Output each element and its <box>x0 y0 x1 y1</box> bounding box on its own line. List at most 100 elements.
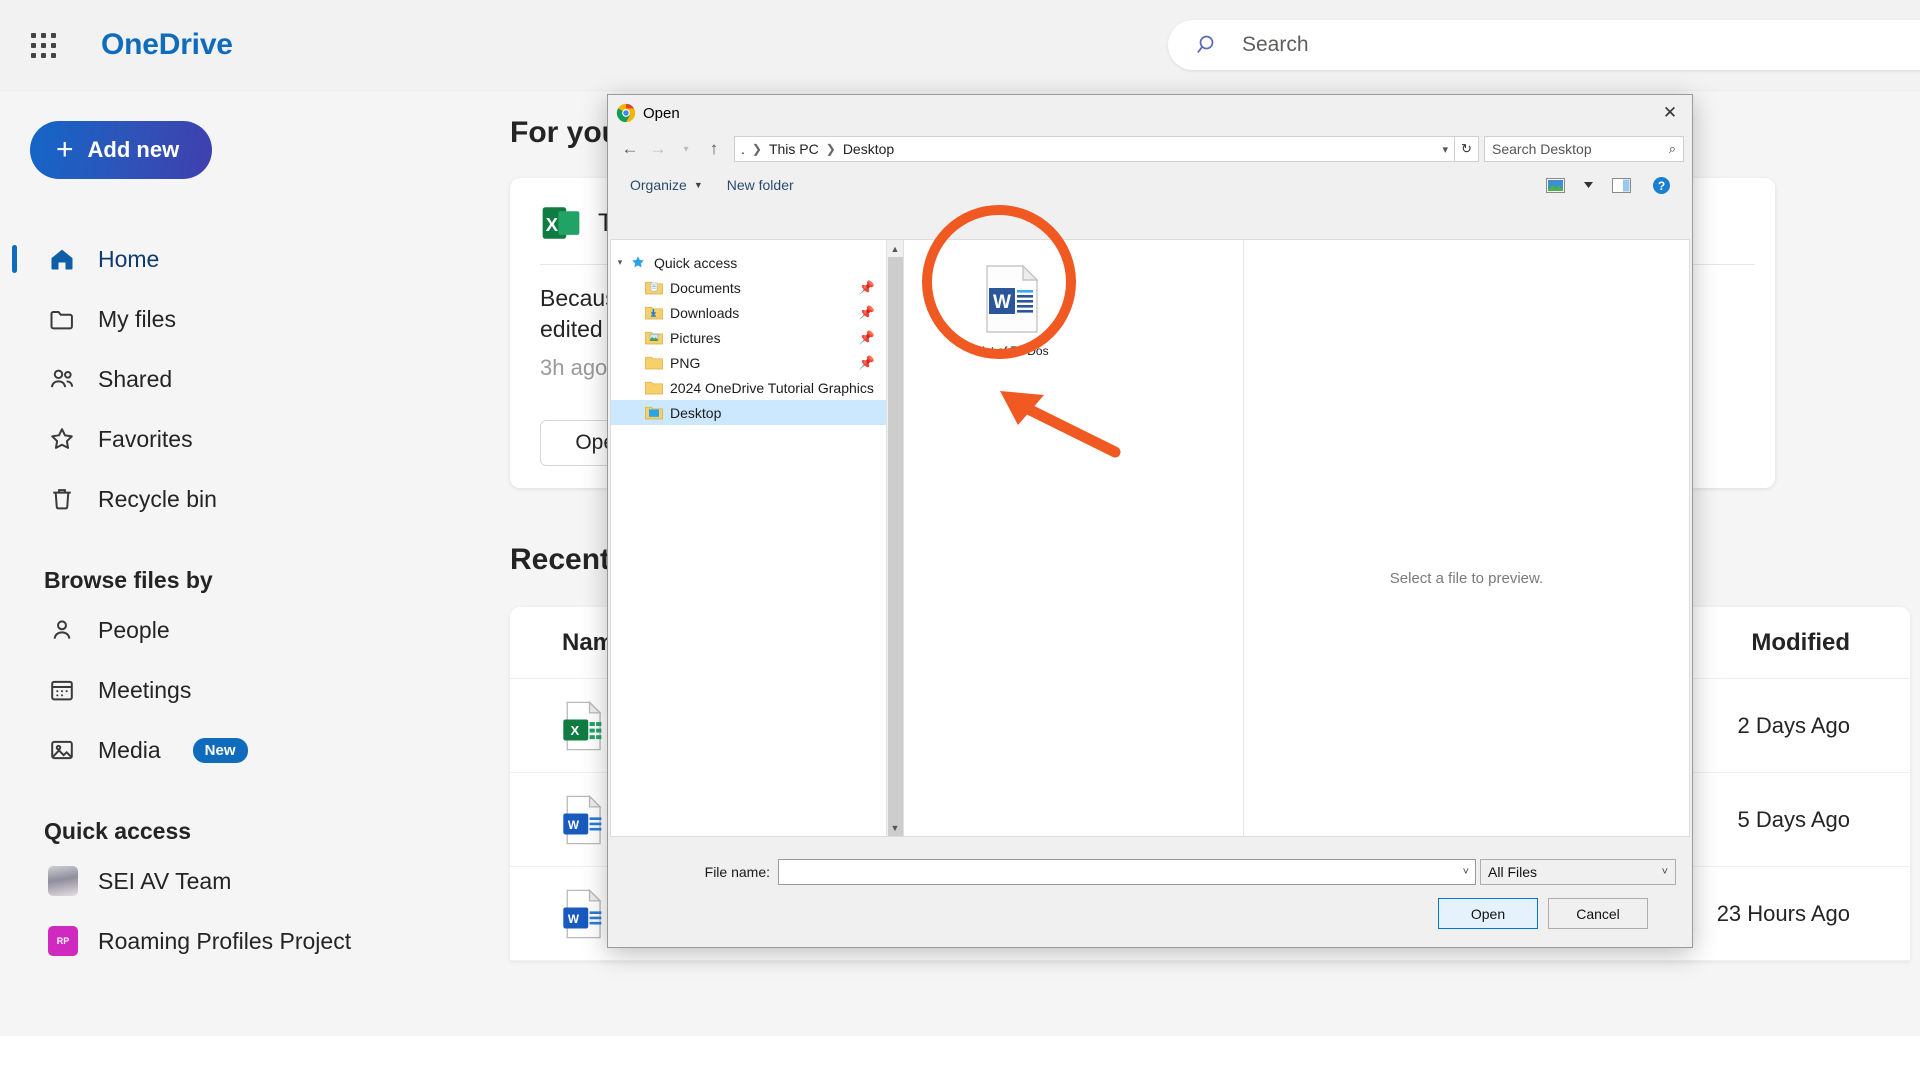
chevron-down-icon[interactable] <box>1582 174 1594 196</box>
file-name-label: File name: <box>610 864 778 880</box>
svg-text:W: W <box>993 292 1011 313</box>
close-icon[interactable]: ✕ <box>1648 98 1692 128</box>
tree-item-downloads[interactable]: Downloads 📌 <box>611 300 903 325</box>
tree-item-desktop[interactable]: Desktop <box>611 400 903 425</box>
screen: OneDrive Search + Add new Hom <box>0 0 1920 1080</box>
sidebar-item-media[interactable]: Media New <box>0 720 500 780</box>
pin-icon[interactable]: 📌 <box>859 305 875 321</box>
breadcrumb-this-pc[interactable]: This PC <box>769 141 819 157</box>
people-icon <box>48 365 76 393</box>
arrow-left-icon[interactable]: ← <box>616 135 644 163</box>
calendar-icon <box>48 676 76 704</box>
breadcrumb[interactable]: . ❯ This PC ❯ Desktop ▾ <box>734 136 1455 162</box>
magenta-site-icon: RP <box>48 926 78 956</box>
open-button[interactable]: Open <box>1438 898 1538 929</box>
sidebar-item-shared[interactable]: Shared <box>0 349 500 409</box>
sidebar-item-meetings[interactable]: Meetings <box>0 660 500 720</box>
breadcrumb-root[interactable]: . <box>741 141 745 157</box>
column-header-modified[interactable]: Modified <box>1751 629 1850 657</box>
desktop-folder-icon <box>645 405 663 420</box>
dialog-body: ▾ Quick access Documents <box>610 239 1690 837</box>
open-file-dialog[interactable]: Open ✕ ← → ▾ ↑ . ❯ This PC ❯ Desktop ▾ ↻… <box>607 94 1693 948</box>
sidebar-item-label: Recycle bin <box>98 486 217 513</box>
chevron-down-icon[interactable]: ▾ <box>1442 143 1448 156</box>
tree-item-label: PNG <box>670 355 700 371</box>
tree-item-pictures[interactable]: Pictures 📌 <box>611 325 903 350</box>
folder-icon <box>645 355 663 370</box>
primary-nav: Home My files Shared <box>0 229 500 529</box>
app-launcher-icon[interactable] <box>28 30 58 60</box>
chevron-down-icon: ˅ <box>1662 866 1668 878</box>
scroll-down-icon[interactable]: ▼ <box>887 819 903 836</box>
tree-item-quick-access[interactable]: ▾ Quick access <box>611 250 903 275</box>
chevron-down-icon[interactable]: ▾ <box>611 257 629 268</box>
tree-item-png[interactable]: PNG 📌 <box>611 350 903 375</box>
file-list-pane[interactable]: W List of To-Dos <box>904 240 1243 836</box>
sidebar-item-label: People <box>98 617 170 644</box>
dialog-search-placeholder: Search Desktop <box>1492 141 1592 157</box>
file-type-value: All Files <box>1488 864 1537 880</box>
excel-icon: X <box>562 701 604 751</box>
tree-scrollbar[interactable]: ▲ ▼ <box>886 240 903 836</box>
sidebar-item-home[interactable]: Home <box>0 229 500 289</box>
organize-button[interactable]: Organize ▼ <box>618 172 715 198</box>
sidebar-item-recycle-bin[interactable]: Recycle bin <box>0 469 500 529</box>
scrollbar-thumb[interactable] <box>888 257 903 836</box>
search-input[interactable]: Search <box>1242 33 1309 57</box>
chevron-down-icon: ▼ <box>694 180 703 190</box>
sidebar: + Add new Home My files <box>0 91 500 1036</box>
arrow-up-icon[interactable]: ↑ <box>700 135 728 163</box>
quick-access-label: Roaming Profiles Project <box>98 928 351 955</box>
chevron-down-icon[interactable]: ▾ <box>672 135 700 163</box>
cancel-button[interactable]: Cancel <box>1548 898 1648 929</box>
file-modified: 23 Hours Ago <box>1717 901 1850 927</box>
home-icon <box>48 245 76 273</box>
tree-item-2024-onedrive-tutorial-graphics[interactable]: 2024 OneDrive Tutorial Graphics <box>611 375 903 400</box>
sidebar-item-people[interactable]: People <box>0 600 500 660</box>
file-type-select[interactable]: All Files ˅ <box>1480 859 1676 885</box>
preview-pane-icon[interactable] <box>1608 174 1634 196</box>
refresh-icon[interactable]: ↻ <box>1455 136 1479 162</box>
dialog-title-bar[interactable]: Open ✕ <box>608 95 1692 131</box>
tree-item-label: Desktop <box>670 405 721 421</box>
folder-icon <box>645 380 663 395</box>
sidebar-item-label: Favorites <box>98 426 193 453</box>
person-icon <box>48 616 76 644</box>
word-document-icon: W <box>979 264 1045 334</box>
tree-item-label: Pictures <box>670 330 721 346</box>
sidebar-item-my-files[interactable]: My files <box>0 289 500 349</box>
pin-icon[interactable]: 📌 <box>859 280 875 296</box>
svg-text:?: ? <box>1657 179 1664 193</box>
breadcrumb-desktop[interactable]: Desktop <box>843 141 894 157</box>
dialog-search-input[interactable]: Search Desktop ⌕ <box>1484 136 1684 162</box>
navigation-tree: ▾ Quick access Documents <box>611 240 903 836</box>
chevron-down-icon[interactable]: ˅ <box>1463 866 1469 878</box>
file-tile-list-of-to-dos[interactable]: W List of To-Dos <box>960 264 1064 358</box>
dialog-toolbar: Organize ▼ New folder <box>608 167 1692 203</box>
pin-icon[interactable]: 📌 <box>859 355 875 371</box>
add-new-button[interactable]: + Add new <box>30 121 212 179</box>
new-badge: New <box>193 738 248 763</box>
view-layout-icon[interactable] <box>1542 174 1568 196</box>
search-box[interactable]: Search <box>1168 20 1920 70</box>
sidebar-item-favorites[interactable]: Favorites <box>0 409 500 469</box>
downloads-folder-icon <box>645 305 663 320</box>
new-folder-button[interactable]: New folder <box>715 172 806 198</box>
file-modified: 5 Days Ago <box>1737 807 1850 833</box>
arrow-right-icon[interactable]: → <box>644 135 672 163</box>
quick-access-item-sei-av-team[interactable]: SEI AV Team <box>0 851 500 911</box>
pin-icon[interactable]: 📌 <box>859 330 875 346</box>
add-new-label: Add new <box>88 137 180 163</box>
browse-nav: People Meetings Media <box>0 600 500 780</box>
star-icon <box>48 425 76 453</box>
file-tile-label: List of To-Dos <box>960 344 1064 358</box>
pictures-folder-icon <box>645 330 663 345</box>
photo-thumbnail <box>48 866 78 896</box>
svg-text:W: W <box>568 912 580 926</box>
file-name-input[interactable]: ˅ <box>778 859 1476 885</box>
scroll-up-icon[interactable]: ▲ <box>887 240 903 257</box>
help-icon[interactable]: ? <box>1648 174 1674 196</box>
tree-item-documents[interactable]: Documents 📌 <box>611 275 903 300</box>
trash-icon <box>48 485 76 513</box>
quick-access-item-roaming-profiles-project[interactable]: RP Roaming Profiles Project <box>0 911 500 971</box>
